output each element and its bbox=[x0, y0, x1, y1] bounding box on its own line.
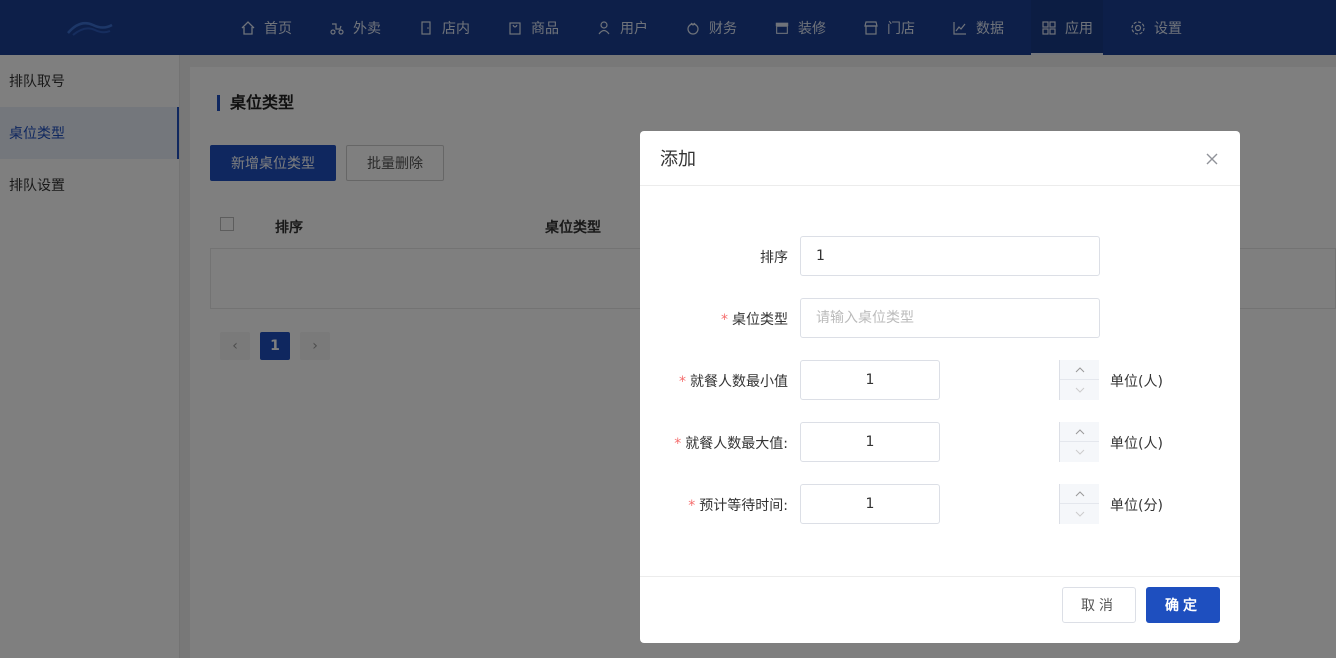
increase-button[interactable] bbox=[1060, 484, 1099, 504]
decrease-button[interactable] bbox=[1060, 442, 1099, 462]
wait-time-label-text: 预计等待时间: bbox=[699, 498, 788, 514]
min-people-stepper bbox=[1059, 360, 1099, 400]
cancel-button[interactable]: 取消 bbox=[1062, 587, 1136, 623]
wait-time-label: * 预计等待时间: bbox=[688, 495, 788, 515]
form-row-min-people: *就餐人数最小值 单位(人) bbox=[640, 360, 1240, 400]
required-mark: * bbox=[688, 498, 696, 514]
chevron-down-icon bbox=[1075, 511, 1084, 517]
dialog-header: 添加 bbox=[640, 131, 1240, 186]
increase-button[interactable] bbox=[1060, 360, 1099, 380]
table-type-input[interactable] bbox=[800, 298, 1100, 338]
max-people-label-text: 就餐人数最大值: bbox=[685, 436, 788, 452]
form-row-sort: 排序 bbox=[640, 236, 1240, 276]
chevron-up-icon bbox=[1075, 366, 1084, 372]
chevron-up-icon bbox=[1075, 490, 1084, 496]
table-type-label-text: 桌位类型 bbox=[732, 312, 788, 328]
required-mark: * bbox=[721, 312, 728, 328]
sort-label: 排序 bbox=[760, 247, 788, 267]
form-row-wait-time: *预计等待时间: 单位(分) bbox=[640, 484, 1240, 524]
add-dialog: 添加 排序 *桌位类型 *就餐人数最小值 单位(人) *就餐人数最大值: 单位(… bbox=[640, 131, 1240, 643]
chevron-down-icon bbox=[1075, 387, 1084, 393]
dialog-title: 添加 bbox=[660, 149, 696, 170]
min-people-label-text: 就餐人数最小值 bbox=[690, 374, 788, 390]
table-type-label: * 桌位类型 bbox=[721, 309, 788, 329]
confirm-button[interactable]: 确定 bbox=[1146, 587, 1220, 623]
wait-time-input[interactable] bbox=[800, 484, 940, 524]
dialog-footer: 取消 确定 bbox=[640, 576, 1240, 643]
unit-label: 单位(人) bbox=[1110, 374, 1163, 390]
sort-input[interactable] bbox=[800, 236, 1100, 276]
max-people-input[interactable] bbox=[800, 422, 940, 462]
increase-button[interactable] bbox=[1060, 422, 1099, 442]
required-mark: * bbox=[674, 436, 682, 452]
chevron-down-icon bbox=[1075, 449, 1084, 455]
unit-label: 单位(人) bbox=[1110, 436, 1163, 452]
min-people-label: * 就餐人数最小值 bbox=[679, 371, 788, 391]
unit-label: 单位(分) bbox=[1110, 498, 1163, 514]
min-people-input[interactable] bbox=[800, 360, 940, 400]
sort-label-text: 排序 bbox=[760, 250, 788, 266]
max-people-stepper bbox=[1059, 422, 1099, 462]
close-icon[interactable] bbox=[1204, 151, 1220, 167]
wait-time-stepper bbox=[1059, 484, 1099, 524]
decrease-button[interactable] bbox=[1060, 380, 1099, 400]
form-row-max-people: *就餐人数最大值: 单位(人) bbox=[640, 422, 1240, 462]
form-row-table-type: * 桌位类型 bbox=[640, 298, 1240, 338]
chevron-up-icon bbox=[1075, 428, 1084, 434]
decrease-button[interactable] bbox=[1060, 504, 1099, 524]
required-mark: * bbox=[679, 374, 686, 390]
max-people-label: * 就餐人数最大值: bbox=[674, 433, 788, 453]
